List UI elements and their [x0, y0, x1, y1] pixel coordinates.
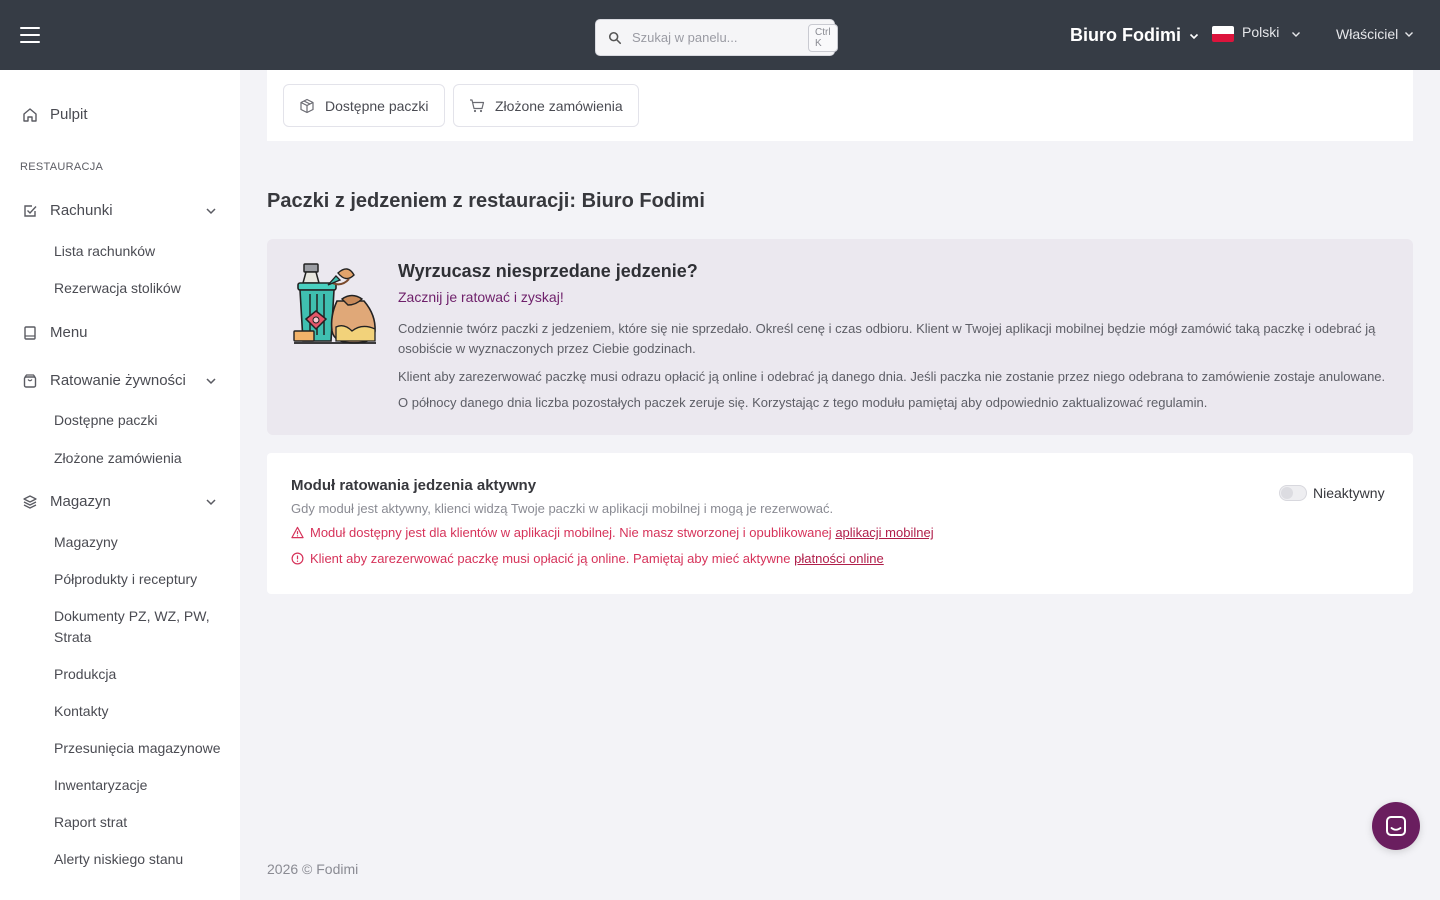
tab-placed-orders[interactable]: Złożone zamówienia [453, 84, 639, 127]
menu-toggle-icon[interactable] [20, 27, 40, 43]
toggle-status-label: Nieaktywny [1313, 485, 1385, 501]
module-description: Gdy moduł jest aktywny, klienci widzą Tw… [291, 501, 834, 516]
book-icon [24, 325, 36, 340]
language-label: Polski [1242, 24, 1280, 40]
chevron-down-icon [1292, 32, 1301, 37]
chevron-down-icon[interactable] [205, 375, 217, 387]
sidebar-item-label: Magazyn [50, 493, 111, 510]
promo-title: Wyrzucasz niesprzedane jedzenie? [398, 261, 698, 281]
chat-support-button[interactable] [1372, 802, 1420, 850]
warning-text: Moduł dostępny jest dla klientów w aplik… [310, 525, 832, 540]
sidebar-item-transfers[interactable]: Przesunięcia magazynowe [54, 738, 229, 759]
sidebar: Pulpit RESTAURACJA Rachunki Lista rachun… [0, 70, 240, 900]
search-box[interactable]: Ctrl K [595, 19, 838, 56]
top-bar: Ctrl K Biuro Fodimi Polski Właściciel [0, 0, 1440, 70]
tabs-card: Dostępne paczki Złożone zamówienia [267, 70, 1413, 141]
promo-paragraph-2: Klient aby zarezerwować paczkę musi odra… [398, 369, 1386, 384]
chevron-down-icon[interactable] [205, 496, 217, 508]
sidebar-item-low-stock-alerts[interactable]: Alerty niskiego stanu [54, 849, 229, 870]
cart-icon [470, 98, 485, 112]
sidebar-item-production[interactable]: Produkcja [54, 664, 229, 685]
sidebar-item-contacts[interactable]: Kontakty [54, 701, 229, 722]
sidebar-section-restaurant: RESTAURACJA [20, 161, 104, 173]
promo-paragraph-3: O północy danego dnia liczba pozostałych… [398, 395, 1208, 410]
sidebar-item-warehouse[interactable]: Magazyn [22, 493, 111, 510]
sidebar-item-available-packages[interactable]: Dostępne paczki [54, 410, 229, 431]
module-active-toggle[interactable] [1279, 485, 1307, 501]
sidebar-item-bills-list[interactable]: Lista rachunków [54, 241, 229, 262]
tab-label: Złożone zamówienia [495, 97, 623, 114]
sidebar-item-documents[interactable]: Dokumenty PZ, WZ, PW, Strata [54, 606, 229, 648]
search-shortcut-badge: Ctrl K [808, 23, 838, 52]
poland-flag-icon [1212, 26, 1234, 42]
sidebar-item-placed-orders[interactable]: Złożone zamówienia [54, 448, 229, 469]
sidebar-item-semi-products[interactable]: Półprodukty i receptury [54, 569, 229, 590]
footer-copyright: 2026 © Fodimi [267, 861, 359, 877]
sidebar-item-loss-report[interactable]: Raport strat [54, 812, 229, 833]
checkbox-icon [24, 204, 37, 217]
promo-paragraph-1: Codziennie twórz paczki z jedzeniem, któ… [398, 321, 1376, 356]
tab-available-packages[interactable]: Dostępne paczki [283, 84, 445, 127]
search-input[interactable] [632, 30, 808, 45]
mobile-app-warning: Moduł dostępny jest dla klientów w aplik… [291, 525, 934, 540]
chat-icon [1386, 816, 1406, 836]
sidebar-item-dashboard[interactable]: Pulpit [22, 106, 88, 123]
module-title: Moduł ratowania jedzenia aktywny [291, 477, 537, 494]
food-waste-illustration-icon [293, 263, 376, 344]
package-icon [23, 373, 37, 388]
restaurant-switcher[interactable]: Biuro Fodimi [1070, 25, 1199, 46]
chevron-down-icon [1405, 32, 1414, 37]
warning-triangle-icon [291, 526, 304, 539]
restaurant-name: Biuro Fodimi [1070, 25, 1181, 45]
sidebar-item-label: Rachunki [50, 202, 113, 219]
home-icon [23, 107, 37, 122]
chevron-down-icon [1189, 33, 1199, 39]
online-payments-link[interactable]: płatności online [794, 551, 884, 566]
sidebar-item-label: Pulpit [50, 106, 88, 123]
online-payments-warning: Klient aby zarezerwować paczkę musi opła… [291, 551, 884, 566]
sidebar-item-warehouses[interactable]: Magazyny [54, 532, 229, 553]
toggle-knob [1281, 487, 1293, 499]
layers-icon [23, 494, 37, 509]
warning-text: Klient aby zarezerwować paczkę musi opła… [310, 551, 791, 566]
sidebar-item-menu[interactable]: Menu [22, 324, 88, 341]
search-icon [608, 31, 622, 44]
promo-subtitle: Zacznij je ratować i zyskaj! [398, 289, 564, 305]
user-menu[interactable]: Właściciel [1336, 26, 1414, 42]
package-icon [300, 98, 314, 113]
sidebar-item-inventory[interactable]: Inwentaryzacje [54, 775, 229, 796]
sidebar-item-table-reservation[interactable]: Rezerwacja stolików [54, 278, 229, 299]
mobile-app-link[interactable]: aplikacji mobilnej [835, 525, 933, 540]
tab-label: Dostępne paczki [325, 97, 429, 114]
info-circle-icon [291, 552, 304, 565]
promo-banner: Wyrzucasz niesprzedane jedzenie? Zacznij… [267, 239, 1413, 435]
user-role: Właściciel [1336, 26, 1399, 42]
sidebar-item-bills[interactable]: Rachunki [22, 202, 113, 219]
module-status-card: Moduł ratowania jedzenia aktywny Gdy mod… [267, 453, 1413, 594]
sidebar-item-label: Ratowanie żywności [50, 372, 186, 389]
sidebar-item-food-rescue[interactable]: Ratowanie żywności [22, 372, 186, 389]
chevron-down-icon[interactable] [205, 205, 217, 217]
language-switcher[interactable]: Polski [1212, 24, 1301, 42]
sidebar-item-label: Menu [50, 324, 88, 341]
page-title: Paczki z jedzeniem z restauracji: Biuro … [267, 190, 705, 212]
